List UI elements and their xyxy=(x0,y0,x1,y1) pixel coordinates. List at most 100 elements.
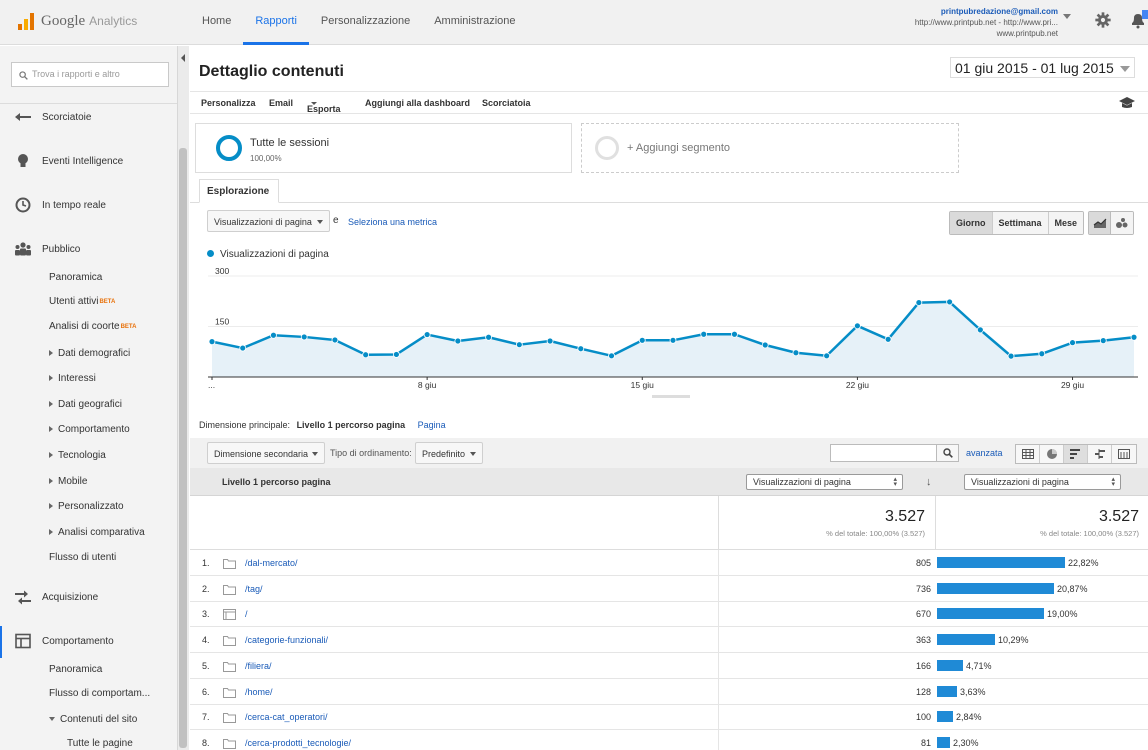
granularity-month-button[interactable]: Mese xyxy=(1048,212,1084,234)
data-point xyxy=(300,333,308,341)
add-segment-button[interactable]: + Aggiungi segmento xyxy=(581,123,959,173)
column-divider xyxy=(718,601,719,628)
sidebar-subitem-tecnologia[interactable]: Tecnologia xyxy=(49,448,106,464)
row-page-path-link[interactable]: /tag/ xyxy=(245,584,263,594)
sidebar-subitem-contenuti-sito[interactable]: Contenuti del sito xyxy=(49,712,137,728)
row-page-path-link[interactable]: /filiera/ xyxy=(245,661,272,671)
email-button[interactable]: Email xyxy=(269,98,293,108)
sidebar-subitem-analisi-coorte[interactable]: Analisi di coorteBETA xyxy=(49,319,136,335)
folder-icon[interactable] xyxy=(223,687,236,701)
sidebar-subitem-tutte-pagine[interactable]: Tutte le pagine xyxy=(67,736,133,750)
data-point xyxy=(577,345,585,353)
sidebar-scrollbar[interactable] xyxy=(178,46,189,750)
granularity-week-button[interactable]: Settimana xyxy=(992,212,1049,234)
nav-personalizzazione[interactable]: Personalizzazione xyxy=(309,0,422,45)
row-page-path-link[interactable]: /cerca-prodotti_tecnologie/ xyxy=(245,738,351,748)
sidebar-item-tempo-reale[interactable]: In tempo reale xyxy=(0,194,177,216)
folder-icon[interactable] xyxy=(223,738,236,750)
secondary-dimension-select[interactable]: Dimensione secondaria xyxy=(207,442,325,464)
sidebar-subitem-analisi-comparativa[interactable]: Analisi comparativa xyxy=(49,525,145,541)
nav-rapporti[interactable]: Rapporti xyxy=(243,0,309,45)
sidebar-item-eventi-intelligence[interactable]: Eventi Intelligence xyxy=(0,150,177,172)
metric-column-select-2[interactable]: Visualizzazioni di pagina ▴ ▾ xyxy=(964,474,1121,490)
folder-icon[interactable] xyxy=(223,661,236,675)
sidebar-item-pubblico[interactable]: Pubblico xyxy=(0,238,177,260)
data-table-view-icon[interactable] xyxy=(1016,445,1040,463)
sidebar-subitem-mobile[interactable]: Mobile xyxy=(49,474,87,490)
table-search-button[interactable] xyxy=(936,444,959,462)
export-button[interactable]: Esporta xyxy=(307,98,341,114)
date-range-picker[interactable]: 01 giu 2015 - 01 lug 2015 xyxy=(950,57,1135,78)
expand-triangle-icon xyxy=(49,478,53,485)
shortcut-button[interactable]: Scorciatoia xyxy=(482,98,531,108)
metric-select[interactable]: Visualizzazioni di pagina xyxy=(207,210,330,232)
sidebar-subitem-dati-geografici[interactable]: Dati geografici xyxy=(49,397,122,413)
segment-all-sessions[interactable]: Tutte le sessioni 100,00% xyxy=(195,123,572,173)
folder-icon[interactable] xyxy=(223,584,236,598)
row-number: 4. xyxy=(202,635,210,646)
sidebar-item-acquisizione[interactable]: Acquisizione xyxy=(0,586,177,608)
sidebar-subitem-comp-panoramica[interactable]: Panoramica xyxy=(49,662,102,678)
row-page-path-link[interactable]: / xyxy=(245,609,248,619)
account-chevron-down-icon[interactable] xyxy=(1063,14,1071,19)
sidebar-search-input[interactable]: Trova i rapporti e altro xyxy=(11,62,169,87)
folder-icon[interactable] xyxy=(223,712,236,726)
folder-icon[interactable] xyxy=(223,558,236,572)
sidebar-subitem-panoramica[interactable]: Panoramica xyxy=(49,270,102,286)
account-selector[interactable]: printpubredazione@gmail.com http://www.p… xyxy=(915,6,1058,39)
comparison-view-icon[interactable] xyxy=(1088,445,1112,463)
empty-segment-ring-icon xyxy=(595,136,619,160)
nav-home[interactable]: Home xyxy=(190,0,243,45)
explorer-tabs: Esplorazione xyxy=(190,178,1148,203)
row-page-path-link[interactable]: /categorie-funzionali/ xyxy=(245,635,328,645)
row-value: 736 xyxy=(915,583,931,594)
expand-triangle-icon xyxy=(49,426,53,433)
sidebar-subitem-flusso-comportamento[interactable]: Flusso di comportam... xyxy=(49,686,150,702)
notification-bell-icon[interactable] xyxy=(1128,10,1148,30)
advanced-filter-link[interactable]: avanzata xyxy=(966,448,1003,458)
performance-view-icon[interactable] xyxy=(1064,445,1088,463)
subitem-label: Analisi comparativa xyxy=(58,527,145,538)
pivot-view-icon[interactable] xyxy=(1112,445,1136,463)
row-page-path-link[interactable]: /dal-mercato/ xyxy=(245,558,298,568)
scrollbar-thumb[interactable] xyxy=(179,148,187,748)
sidebar-subitem-comportamento[interactable]: Comportamento xyxy=(49,422,130,438)
pageviews-chart: 300 150... 8 giu 15 giu 22 giu 29 giu xyxy=(208,266,1138,398)
data-point xyxy=(669,336,677,344)
primary-dimension-pagina-link[interactable]: Pagina xyxy=(418,420,446,430)
row-value: 363 xyxy=(915,635,931,646)
sidebar-subitem-dati-demografici[interactable]: Dati demografici xyxy=(49,346,130,362)
sidebar-subitem-personalizzato[interactable]: Personalizzato xyxy=(49,499,124,515)
line-chart-icon[interactable] xyxy=(1089,212,1111,234)
sort-descending-icon[interactable]: ↓ xyxy=(926,476,932,488)
granularity-day-button[interactable]: Giorno xyxy=(950,212,993,234)
total-value-1: 3.527 xyxy=(884,508,925,525)
sidebar-subitem-flusso-utenti[interactable]: Flusso di utenti xyxy=(49,550,116,566)
sidebar-item-comportamento[interactable]: Comportamento xyxy=(0,630,177,652)
select-metric-link[interactable]: Seleziona una metrica xyxy=(348,217,437,227)
table-search-input[interactable] xyxy=(830,444,937,462)
sidebar-item-scorciatoie[interactable]: Scorciatoie xyxy=(0,106,177,128)
sidebar-subitem-interessi[interactable]: Interessi xyxy=(49,371,96,387)
sidebar-subitem-utenti-attivi[interactable]: Utenti attiviBETA xyxy=(49,294,115,310)
tab-esplorazione[interactable]: Esplorazione xyxy=(199,179,279,203)
pie-view-icon[interactable] xyxy=(1040,445,1064,463)
sort-type-select[interactable]: Predefinito xyxy=(415,442,483,464)
expand-triangle-icon xyxy=(49,375,53,382)
sidebar-item-label: Comportamento xyxy=(42,635,114,647)
graduation-cap-icon[interactable] xyxy=(1118,96,1136,110)
row-page-path-link[interactable]: /cerca-cat_operatori/ xyxy=(245,712,328,722)
google-analytics-logo[interactable]: Google Analytics xyxy=(18,10,137,32)
clock-icon xyxy=(15,197,31,213)
gear-icon[interactable] xyxy=(1094,11,1112,29)
motion-chart-icon[interactable] xyxy=(1111,212,1133,234)
add-to-dashboard-button[interactable]: Aggiungi alla dashboard xyxy=(365,98,470,108)
customize-button[interactable]: Personalizza xyxy=(201,98,256,108)
collapse-sidebar-icon[interactable] xyxy=(181,54,185,62)
metric-column-select-1[interactable]: Visualizzazioni di pagina ▴ ▾ xyxy=(746,474,903,490)
page-icon[interactable] xyxy=(223,609,236,623)
column-header-dimension[interactable]: Livello 1 percorso pagina xyxy=(222,477,331,487)
folder-icon[interactable] xyxy=(223,635,236,649)
nav-amministrazione[interactable]: Amministrazione xyxy=(422,0,527,45)
row-page-path-link[interactable]: /home/ xyxy=(245,687,273,697)
